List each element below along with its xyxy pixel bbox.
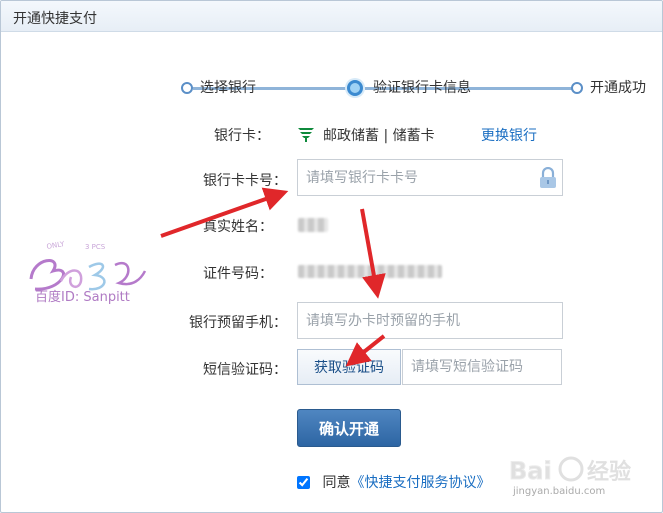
dialog-titlebar: 开通快捷支付 [1,1,662,32]
agreement-prefix: 同意 [322,475,351,491]
step-2-label: 验证银行卡信息 [373,80,471,96]
step-1-label: 选择银行 [200,80,256,96]
svg-text:经验: 经验 [587,459,631,485]
sms-code-label: 短信验证码： [203,362,287,378]
real-name-value-blurred [298,218,328,232]
lock-icon [540,167,556,188]
svg-text:ONLY: ONLY [46,240,66,251]
sms-code-field [402,349,562,385]
confirm-open-button[interactable]: 确认开通 [297,409,401,447]
card-number-label: 银行卡卡号： [203,173,287,189]
payment-dialog: 开通快捷支付 选择银行 验证银行卡信息 开通成功 银行卡： 邮政储蓄 | 储蓄卡… [0,0,663,513]
card-number-input[interactable] [298,160,562,195]
bank-name: 邮政储蓄 | 储蓄卡 [323,128,435,144]
dialog-title: 开通快捷支付 [13,11,97,27]
step-connector-2b [482,87,572,90]
agreement-link[interactable]: 《快捷支付服务协议》 [350,475,490,491]
step-3-label: 开通成功 [590,80,646,96]
get-sms-code-button[interactable]: 获取验证码 [297,349,401,385]
agreement-row: 同意《快捷支付服务协议》 [297,472,490,492]
real-name-label: 真实姓名： [203,219,273,235]
watermark-text: 百度ID: Sanpitt [35,290,130,305]
step-2-dot-icon [347,80,363,96]
step-1-dot-icon [181,82,193,94]
svg-text:Bai: Bai [509,457,552,485]
id-number-value-blurred [298,265,442,278]
agreement-checkbox[interactable] [297,476,310,489]
step-connector-1b [256,87,346,90]
phone-field [297,302,563,339]
step-3-dot-icon [571,82,583,94]
svg-text:3 PCS: 3 PCS [85,243,106,251]
phone-label: 银行预留手机： [189,315,287,331]
id-number-label: 证件号码： [203,266,273,282]
phone-input[interactable] [298,303,562,338]
baidu-url: jingyan.baidu.com [513,486,606,497]
bank-card-label: 银行卡： [214,128,270,144]
change-bank-link[interactable]: 更换银行 [481,125,537,145]
postal-bank-logo-icon [297,125,315,142]
sms-code-input[interactable] [403,350,561,384]
card-number-field [297,159,563,196]
baidu-jingyan-watermark-icon: Bai 经验 [509,456,631,486]
